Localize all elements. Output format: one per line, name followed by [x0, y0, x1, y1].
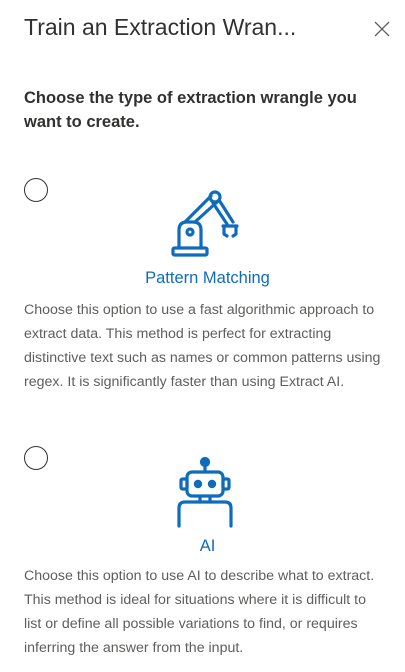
ai-title[interactable]: AI: [0, 534, 405, 558]
pattern-matching-radio[interactable]: [24, 178, 48, 202]
option-pattern-matching[interactable]: Pattern Matching Choose this option to u…: [0, 176, 405, 416]
panel-title: Train an Extraction Wran...: [24, 14, 297, 40]
train-extraction-wrangle-panel: Train an Extraction Wran... Choose the t…: [0, 0, 405, 672]
option-ai[interactable]: AI Choose this option to use AI to descr…: [0, 444, 405, 664]
close-button[interactable]: [366, 13, 398, 45]
ai-description: Choose this option to use AI to describe…: [24, 568, 375, 656]
pattern-matching-title[interactable]: Pattern Matching: [0, 266, 405, 290]
close-icon: [374, 21, 390, 37]
pattern-matching-description: Choose this option to use a fast algorit…: [24, 302, 381, 390]
robot-icon: [170, 456, 240, 528]
prompt-text: Choose the type of extraction wrangle yo…: [24, 89, 357, 131]
ai-radio[interactable]: [24, 446, 48, 470]
robotic-arm-icon: [167, 186, 247, 260]
